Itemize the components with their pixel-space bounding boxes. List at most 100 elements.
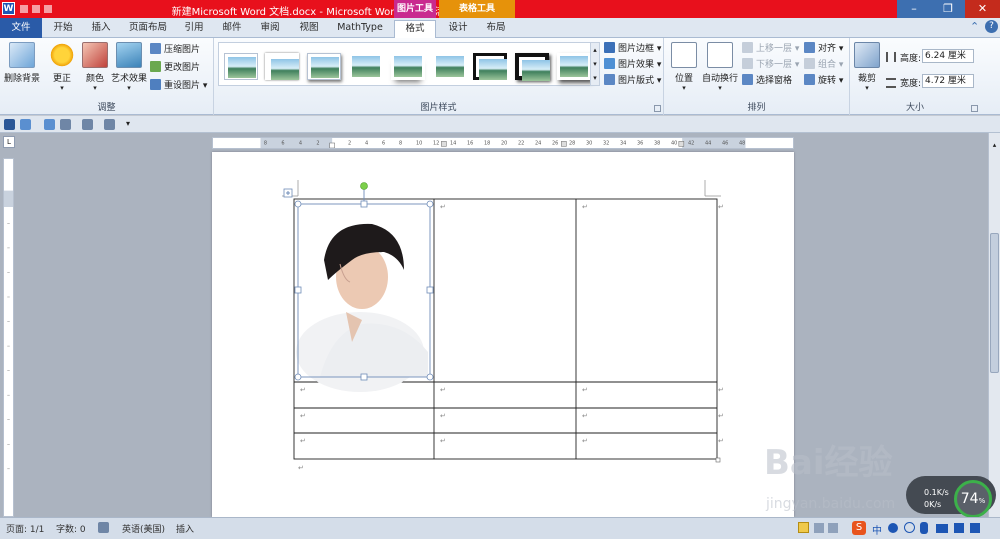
color-icon <box>82 42 108 68</box>
document-page[interactable]: ↵ ↵ ↵ ↵ ↵ ↵ ↵ ↵ ↵ ↵ ↵ ↵ ↵ ↵ ↵ ↵ <box>212 152 794 517</box>
print-layout-icon[interactable] <box>798 522 809 533</box>
format-painter-icon[interactable] <box>60 119 71 130</box>
ruler-tick-label: 6 <box>382 141 385 147</box>
scroll-up-icon[interactable]: ▴ <box>990 141 999 151</box>
compress-pictures-button[interactable]: 压缩图片 <box>150 43 200 57</box>
undo-icon[interactable] <box>20 119 31 130</box>
language-indicator[interactable]: 英语(美国) <box>122 522 165 535</box>
microphone-icon[interactable] <box>920 522 928 534</box>
picture-style-7[interactable] <box>473 53 507 80</box>
picture-style-5[interactable] <box>391 53 425 80</box>
word-count[interactable]: 字数: 0 <box>56 522 86 535</box>
send-backward-button[interactable]: 下移一层 ▾ <box>742 58 799 72</box>
picture-effects-button[interactable]: 图片效果 ▾ <box>604 58 661 72</box>
tab-home[interactable]: 开始 <box>44 20 82 38</box>
tab-review[interactable]: 审阅 <box>252 20 288 38</box>
maximize-button[interactable]: ❐ <box>931 0 965 18</box>
cpu-percent-badge[interactable]: 74% <box>954 480 992 518</box>
vertical-scrollbar[interactable]: ▴ <box>988 133 1000 517</box>
picture-border-icon <box>604 42 615 53</box>
keyboard-icon[interactable] <box>936 524 948 533</box>
change-picture-button[interactable]: 更改图片 <box>150 61 200 75</box>
svg-text:↵: ↵ <box>582 437 588 445</box>
svg-text:↵: ↵ <box>718 203 724 211</box>
ruler-tick-label: 36 <box>637 141 643 147</box>
tab-file[interactable]: 文件 <box>0 18 42 38</box>
vertical-ruler[interactable] <box>3 158 14 517</box>
position-button[interactable]: 位置 ▾ <box>668 42 700 92</box>
rotate-button[interactable]: 旋转 ▾ <box>804 74 843 88</box>
close-button[interactable]: ✕ <box>965 0 1000 18</box>
ruler-tick-label: 4 <box>365 141 368 147</box>
tab-mathtype[interactable]: MathType <box>330 20 390 38</box>
corrections-button[interactable]: 更正 ▾ <box>46 42 78 92</box>
redo-icon[interactable] <box>44 119 55 130</box>
print-preview-icon[interactable] <box>82 119 93 130</box>
customize-qat-icon[interactable]: ▾ <box>126 119 137 130</box>
tools-icon[interactable] <box>970 523 980 533</box>
picture-layout-button[interactable]: 图片版式 ▾ <box>604 74 661 88</box>
color-button[interactable]: 颜色 ▾ <box>80 42 110 92</box>
size-launcher-icon[interactable]: ↘ <box>971 105 978 112</box>
horizontal-ruler[interactable]: 8642 2 4 6 8 10 12 14 16 18 20 22 24 26 28 30 32 34 36 38 4… <box>212 137 794 149</box>
tab-insert[interactable]: 插入 <box>82 20 120 38</box>
proofing-icon[interactable] <box>98 522 109 533</box>
picture-style-1[interactable] <box>224 53 258 80</box>
tab-design[interactable]: 设计 <box>440 20 476 38</box>
width-field[interactable]: 4.72 厘米 <box>922 74 974 88</box>
picture-style-6[interactable] <box>433 53 467 80</box>
group-button[interactable]: 组合 ▾ <box>804 58 843 72</box>
tab-page-layout[interactable]: 页面布局 <box>122 20 174 38</box>
picture-styles-launcher-icon[interactable]: ↘ <box>654 105 661 112</box>
change-picture-icon <box>150 61 161 72</box>
crop-button[interactable]: 裁剪 ▾ <box>852 42 882 92</box>
skin-icon[interactable] <box>954 523 964 533</box>
web-layout-icon[interactable] <box>828 523 838 533</box>
page-count[interactable]: 页面: 1/1 <box>6 522 44 535</box>
help-icon[interactable]: ? <box>985 20 998 33</box>
width-label: 宽度: <box>900 79 922 89</box>
tab-mailings[interactable]: 邮件 <box>214 20 250 38</box>
punctuation-icon[interactable] <box>888 523 898 533</box>
scroll-thumb[interactable] <box>990 233 999 373</box>
ruler-tick-label: 48 <box>739 141 745 147</box>
ribbon-minimize-icon[interactable]: ⌃ <box>970 20 979 33</box>
ruler-tick-label: 4 <box>299 141 302 147</box>
tab-selector[interactable]: L <box>3 136 15 148</box>
svg-text:↵: ↵ <box>440 386 446 394</box>
minimize-button[interactable]: – <box>897 0 931 18</box>
picture-style-4[interactable] <box>349 53 383 80</box>
emoji-icon[interactable] <box>904 522 915 533</box>
tab-layout[interactable]: 布局 <box>478 20 514 38</box>
tab-view[interactable]: 视图 <box>290 20 328 38</box>
ruler-tick-label: 40 <box>671 141 677 147</box>
save-icon[interactable] <box>4 119 15 130</box>
ruler-tick-label: 28 <box>569 141 575 147</box>
align-button[interactable]: 对齐 ▾ <box>804 42 843 56</box>
table-tools-label: 表格工具 <box>439 0 515 18</box>
ime-chinese-icon[interactable]: 中 <box>872 522 882 537</box>
artistic-effects-button[interactable]: 艺术效果 ▾ <box>110 42 148 92</box>
bring-forward-button[interactable]: 上移一层 ▾ <box>742 42 799 56</box>
reset-picture-button[interactable]: 重设图片 ▾ <box>150 79 207 93</box>
picture-style-8[interactable] <box>515 53 550 81</box>
group-adjust-label: 调整 <box>97 103 116 113</box>
tab-references[interactable]: 引用 <box>176 20 212 38</box>
height-field[interactable]: 6.24 厘米 <box>922 49 974 63</box>
picture-style-2[interactable] <box>265 53 299 80</box>
ruler-tick-label: 20 <box>501 141 507 147</box>
picture-style-9[interactable] <box>557 53 591 80</box>
draw-table-icon[interactable] <box>104 119 115 130</box>
full-screen-view-icon[interactable] <box>814 523 824 533</box>
ruler-tick-label: 14 <box>450 141 456 147</box>
selected-photo <box>296 203 430 392</box>
picture-border-button[interactable]: 图片边框 ▾ <box>604 42 661 56</box>
selection-pane-button[interactable]: 选择窗格 <box>742 74 792 88</box>
insert-mode[interactable]: 插入 <box>176 522 194 535</box>
sogou-ime-icon[interactable]: S <box>852 521 866 535</box>
picture-style-3[interactable] <box>307 53 341 80</box>
gallery-scroll[interactable]: ▴ ▾ ▾ <box>590 42 600 86</box>
tab-format[interactable]: 格式 <box>394 20 436 39</box>
wrap-text-button[interactable]: 自动换行 ▾ <box>700 42 740 92</box>
remove-background-button[interactable]: 删除背景 <box>2 42 42 84</box>
